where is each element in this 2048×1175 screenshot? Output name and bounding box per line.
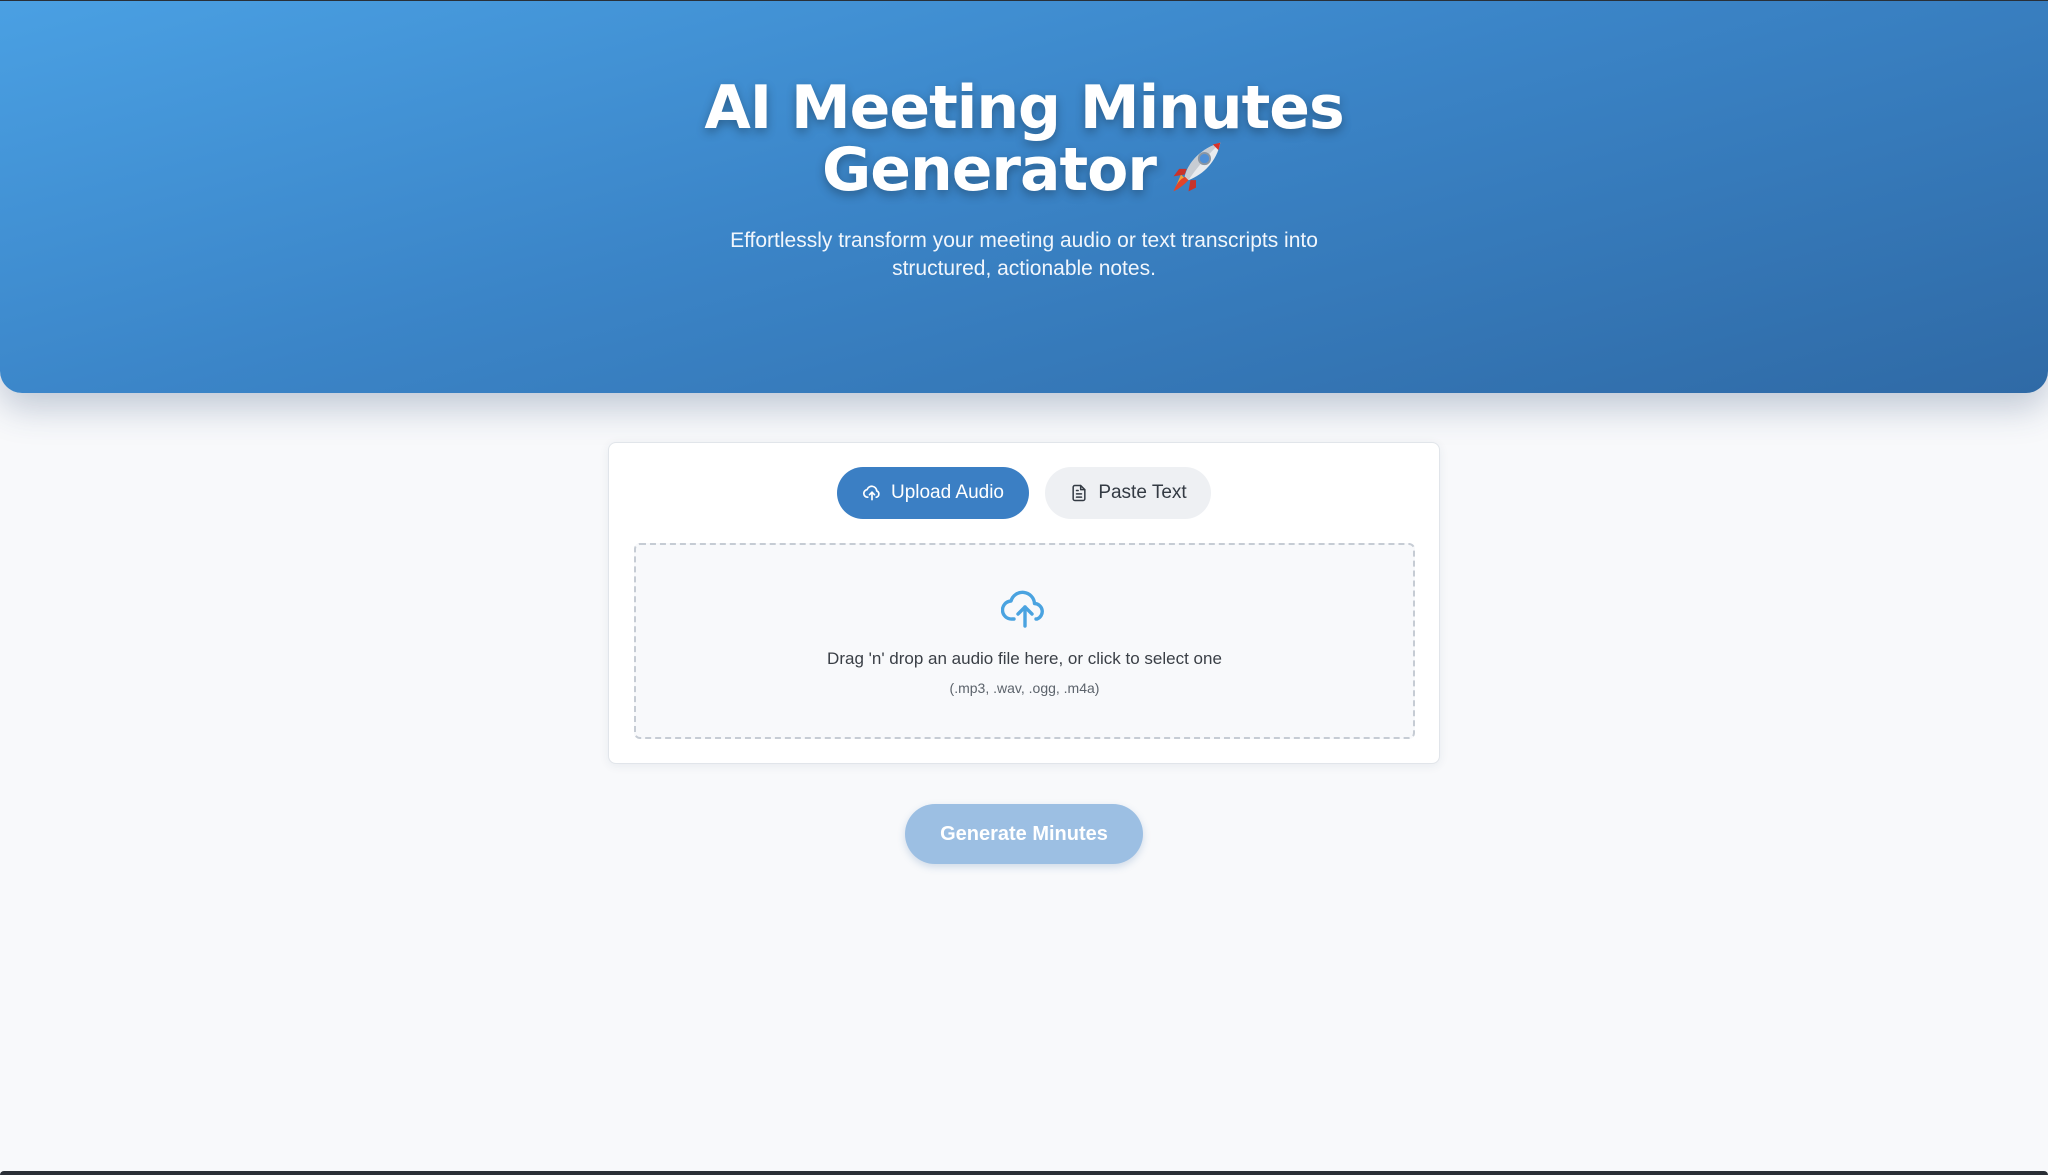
cloud-upload-icon bbox=[862, 483, 882, 503]
dropzone-instructions: Drag 'n' drop an audio file here, or cli… bbox=[827, 649, 1222, 668]
page-title: AI Meeting Minutes Generator bbox=[0, 77, 2048, 203]
audio-dropzone[interactable]: Drag 'n' drop an audio file here, or cli… bbox=[634, 543, 1415, 739]
window-bottom-edge bbox=[0, 1171, 2048, 1175]
subtitle-line-2: structured, actionable notes. bbox=[892, 257, 1156, 280]
generate-minutes-button[interactable]: Generate Minutes bbox=[905, 804, 1143, 864]
input-card: Upload Audio Paste Text Drag 'n' drop an… bbox=[608, 442, 1440, 764]
title-line-2: Generator bbox=[0, 139, 2048, 203]
app-page: AI Meeting Minutes Generator Effortlessl… bbox=[0, 0, 2048, 1175]
subtitle-line-1: Effortlessly transform your meeting audi… bbox=[730, 229, 1318, 252]
rocket-icon bbox=[1166, 137, 1226, 197]
hero-header: AI Meeting Minutes Generator Effortlessl… bbox=[0, 1, 2048, 393]
tab-paste-text-label: Paste Text bbox=[1098, 482, 1187, 503]
tab-upload-audio[interactable]: Upload Audio bbox=[837, 467, 1029, 519]
tab-upload-audio-label: Upload Audio bbox=[890, 482, 1005, 503]
input-mode-tabs: Upload Audio Paste Text bbox=[609, 467, 1439, 519]
hero-subtitle: Effortlessly transform your meeting audi… bbox=[0, 227, 2048, 283]
cloud-upload-icon bbox=[1000, 585, 1049, 629]
title-line-1: AI Meeting Minutes bbox=[704, 73, 1344, 143]
document-icon bbox=[1069, 483, 1089, 503]
title-line-2-text: Generator bbox=[822, 135, 1157, 205]
dropzone-file-types: (.mp3, .wav, .ogg, .m4a) bbox=[949, 680, 1100, 696]
tab-paste-text[interactable]: Paste Text bbox=[1045, 467, 1211, 519]
